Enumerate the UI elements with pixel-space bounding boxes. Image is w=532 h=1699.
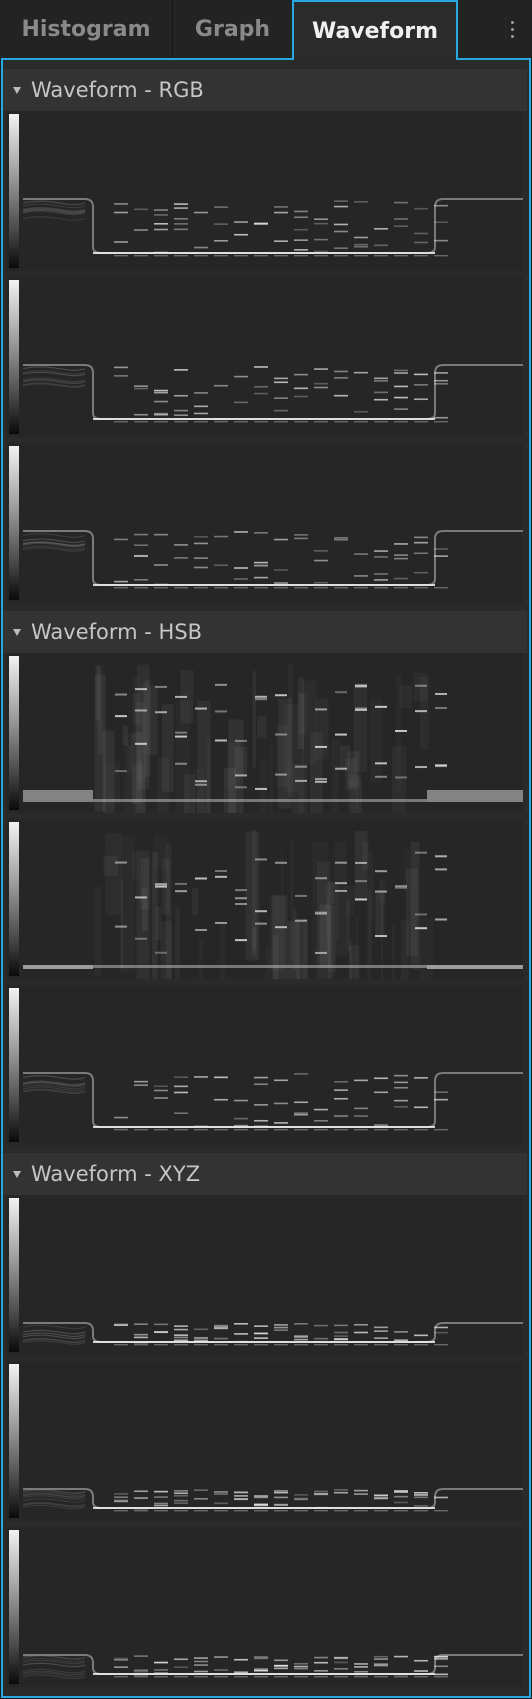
section-header-hsb[interactable]: Waveform - HSB — [3, 611, 527, 653]
section-title: Waveform - RGB — [31, 78, 204, 102]
section-header-rgb[interactable]: Waveform - RGB — [3, 69, 527, 111]
more-vertical-icon[interactable] — [504, 14, 520, 44]
waveform-channel — [7, 111, 523, 271]
waveform-plot — [23, 364, 523, 423]
waveform-channel — [7, 1527, 523, 1687]
waveform-plot — [23, 1072, 523, 1131]
waveform-plot — [23, 653, 523, 813]
waveform-channel — [7, 1195, 523, 1355]
waveform-channel — [7, 1361, 523, 1521]
waveform-plot — [23, 198, 523, 257]
waveform-channel — [7, 443, 523, 603]
section-header-xyz[interactable]: Waveform - XYZ — [3, 1153, 527, 1195]
waveform-channel — [7, 653, 523, 813]
waveform-channel — [7, 277, 523, 437]
waveform-plot — [23, 530, 523, 589]
tab-histogram[interactable]: Histogram — [0, 0, 173, 58]
waveform-plot — [23, 1322, 523, 1346]
luminance-scale-bar — [9, 1198, 19, 1352]
section-title: Waveform - XYZ — [31, 1162, 201, 1186]
luminance-scale-bar — [9, 114, 19, 268]
section-title: Waveform - HSB — [31, 620, 203, 644]
luminance-scale-bar — [9, 1530, 19, 1684]
tab-waveform[interactable]: Waveform — [292, 0, 458, 60]
collapse-triangle-icon[interactable] — [13, 1170, 21, 1178]
luminance-scale-bar — [9, 1364, 19, 1518]
luminance-scale-bar — [9, 822, 19, 976]
luminance-scale-bar — [9, 656, 19, 810]
collapse-triangle-icon[interactable] — [13, 86, 21, 94]
tab-bar: Histogram Graph Waveform — [0, 0, 532, 60]
waveform-channel — [7, 985, 523, 1145]
luminance-scale-bar — [9, 446, 19, 600]
waveform-plot — [23, 1488, 523, 1512]
luminance-scale-bar — [9, 988, 19, 1142]
waveform-plot — [23, 1654, 523, 1679]
collapse-triangle-icon[interactable] — [13, 628, 21, 636]
waveform-plot — [23, 819, 523, 979]
waveform-channel — [7, 819, 523, 979]
luminance-scale-bar — [9, 280, 19, 434]
tab-graph[interactable]: Graph — [173, 0, 293, 58]
